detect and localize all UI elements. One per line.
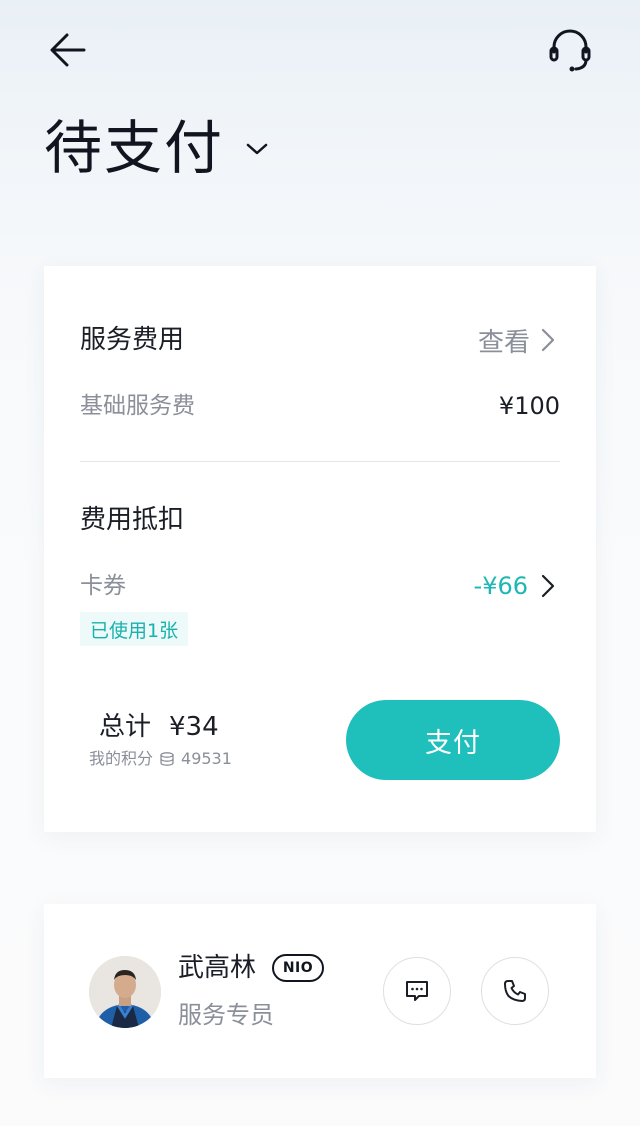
points-label: 我的积分 [89,749,154,768]
divider [80,461,560,462]
coupon-amount: -¥66 [473,572,528,600]
agent-role: 服务专员 [178,1001,274,1029]
call-button[interactable] [481,957,549,1025]
total-summary: 总计 ¥34 [99,709,219,745]
chevron-down-icon [246,143,268,155]
status-dropdown-toggle[interactable] [242,134,272,164]
coin-stack-icon [160,752,174,766]
view-details-label: 查看 [477,327,530,358]
chevron-right-icon [541,328,555,352]
agent-name: 武高林 [178,953,257,983]
customer-support-button[interactable] [540,20,600,80]
view-details-link[interactable]: 查看 [478,322,556,358]
total-label: 总计 [99,712,152,742]
service-agent-card: 武高林 NIO 服务专员 [44,904,596,1078]
pay-button[interactable]: 支付 [346,700,560,780]
base-fee-amount: ¥100 [498,392,560,420]
points-value: 49531 [181,749,232,768]
headset-icon [549,29,591,72]
message-button[interactable] [383,957,451,1025]
chevron-right-icon [541,574,555,598]
base-fee-label: 基础服务费 [80,393,195,419]
fee-card: 服务费用 查看 基础服务费 ¥100 费用抵扣 卡券 -¥66 已使用1张 总计… [44,266,596,832]
total-amount: ¥34 [169,712,219,742]
points-summary: 我的积分 49531 [89,748,232,770]
page-title: 待支付 [44,114,225,182]
deduction-title: 费用抵扣 [80,505,185,535]
coupon-label: 卡券 [80,573,126,599]
back-button[interactable] [40,22,96,78]
coupon-selector[interactable]: -¥66 [474,568,556,604]
chat-bubble-icon [406,981,428,1001]
service-fee-title: 服务费用 [80,325,185,355]
phone-icon [504,980,526,1002]
coupon-used-badge: 已使用1张 [80,612,189,646]
arrow-left-icon [50,33,86,67]
brand-badge: NIO [272,954,324,982]
avatar [89,956,161,1028]
